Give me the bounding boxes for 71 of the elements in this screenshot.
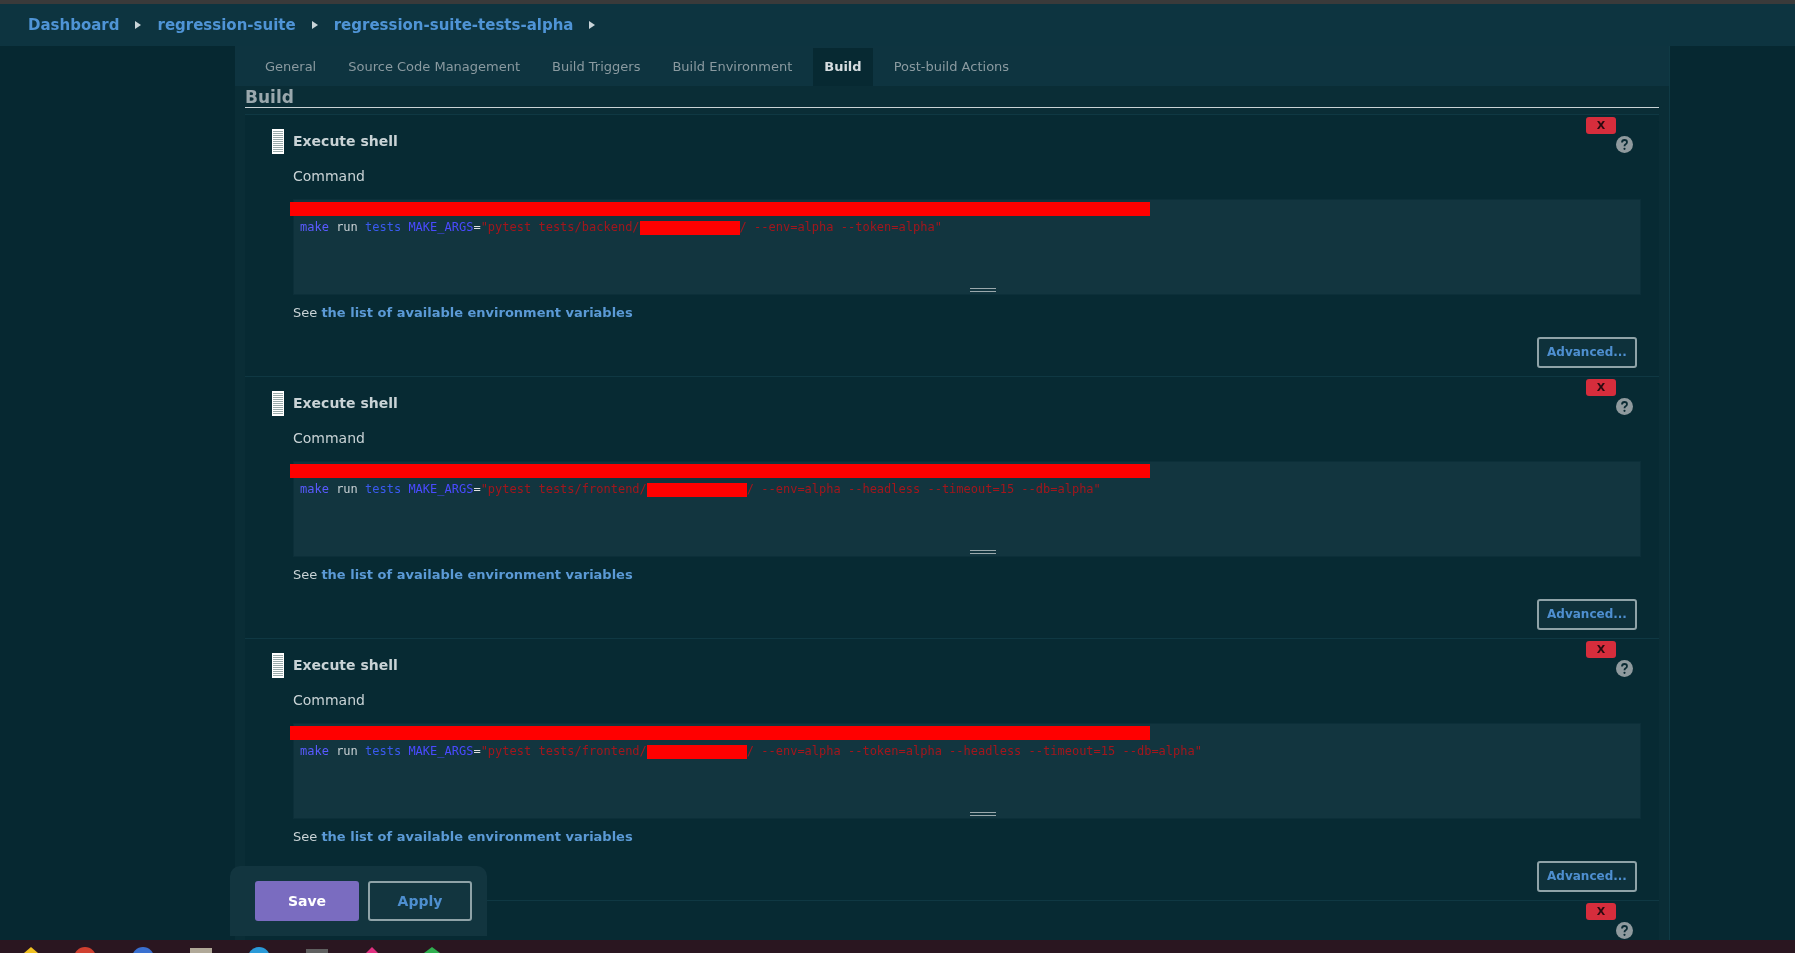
breadcrumb-link[interactable]: regression-suite xyxy=(157,13,296,37)
code-token: MAKE_ARGS xyxy=(408,744,474,758)
step-title: Execute shell xyxy=(293,394,398,413)
config-tab[interactable]: Post-build Actions xyxy=(882,48,1021,86)
config-tab[interactable]: Build Environment xyxy=(661,48,804,86)
config-tab[interactable]: Build Triggers xyxy=(541,48,652,86)
delete-button[interactable]: X xyxy=(1586,117,1616,134)
step-title: Execute shell xyxy=(293,656,398,675)
code-token: MAKE_ARGS xyxy=(408,220,474,234)
env-variables-link[interactable]: the list of available environment variables xyxy=(321,567,633,582)
drag-handle[interactable] xyxy=(272,391,284,416)
code-token: = xyxy=(473,482,481,496)
command-field[interactable]: make run tests MAKE_ARGS="pytest tests/backend/ / --env=alpha --token=alpha" xyxy=(293,199,1641,295)
advanced-button[interactable]: Advanced... xyxy=(1537,860,1637,892)
code-token: / --env=alpha --token=alpha --headless --timeout=15 --db=alpha" xyxy=(746,744,1202,758)
config-tab[interactable]: Source Code Management xyxy=(337,48,532,86)
save-button[interactable]: Save xyxy=(255,881,359,921)
code-token: make xyxy=(300,220,329,234)
caret-icon xyxy=(311,21,318,29)
field-label: Command xyxy=(293,691,366,710)
advanced-button[interactable]: Advanced... xyxy=(1537,598,1637,630)
field-label: Command xyxy=(293,167,366,186)
code-token: = xyxy=(473,744,481,758)
caret-icon xyxy=(589,21,596,29)
section-heading: Build xyxy=(245,87,294,107)
step-title: Execute shell xyxy=(293,132,398,151)
drag-handle[interactable] xyxy=(272,653,284,678)
apply-button[interactable]: Apply xyxy=(368,881,472,921)
code-token: "pytest tests/frontend/ xyxy=(480,744,647,758)
help-icon[interactable] xyxy=(1616,398,1633,415)
breadcrumb-link[interactable]: regression-suite-tests-alpha xyxy=(333,13,574,37)
resize-handle[interactable] xyxy=(970,550,996,554)
help-icon[interactable] xyxy=(1616,660,1633,677)
config-tab[interactable]: Build xyxy=(813,48,873,86)
taskbar-app-icon[interactable] xyxy=(24,947,38,953)
drag-handle[interactable] xyxy=(272,129,284,154)
hint-text: See xyxy=(293,567,319,582)
code-token: run xyxy=(335,482,359,496)
help-icon[interactable] xyxy=(1616,136,1633,153)
code-token: run xyxy=(335,220,359,234)
code-token: make xyxy=(300,744,329,758)
hint-text: See xyxy=(293,305,319,320)
command-field[interactable]: make run tests MAKE_ARGS="pytest tests/frontend/ / --env=alpha --headless --timeout=15 --db=alpha" xyxy=(293,461,1641,557)
code-token: tests xyxy=(365,482,402,496)
delete-button[interactable]: X xyxy=(1586,379,1616,396)
resize-handle[interactable] xyxy=(970,812,996,816)
code-token: tests xyxy=(365,220,402,234)
env-variables-link[interactable]: the list of available environment variables xyxy=(321,305,633,320)
code-token: run xyxy=(335,744,359,758)
delete-button[interactable]: X xyxy=(1586,641,1616,658)
delete-button[interactable]: X xyxy=(1586,903,1616,920)
field-label: Command xyxy=(293,429,366,448)
hint-text: See xyxy=(293,829,319,844)
env-variables-link[interactable]: the list of available environment variables xyxy=(321,829,633,844)
code-token: "pytest tests/frontend/ xyxy=(480,482,647,496)
code-token: / --env=alpha --headless --timeout=15 --db=alpha" xyxy=(746,482,1101,496)
code-token: MAKE_ARGS xyxy=(408,482,474,496)
advanced-button[interactable]: Advanced... xyxy=(1537,336,1637,368)
taskbar-app-icon[interactable] xyxy=(190,947,212,953)
command-field[interactable]: make run tests MAKE_ARGS="pytest tests/frontend/ / --env=alpha --token=alpha --headless --timeout=15 --db=alpha" xyxy=(293,723,1641,819)
caret-icon xyxy=(135,21,142,29)
config-tab[interactable]: General xyxy=(254,48,328,86)
code-token: tests xyxy=(365,744,402,758)
code-token: = xyxy=(473,220,481,234)
taskbar-app-icon[interactable] xyxy=(248,947,270,953)
resize-handle[interactable] xyxy=(970,288,996,292)
code-token: "pytest tests/backend/ xyxy=(480,220,640,234)
help-icon[interactable] xyxy=(1616,922,1633,939)
breadcrumb-link[interactable]: Dashboard xyxy=(28,13,120,37)
code-token: / --env=alpha --token=alpha" xyxy=(739,220,942,234)
code-token: make xyxy=(300,482,329,496)
